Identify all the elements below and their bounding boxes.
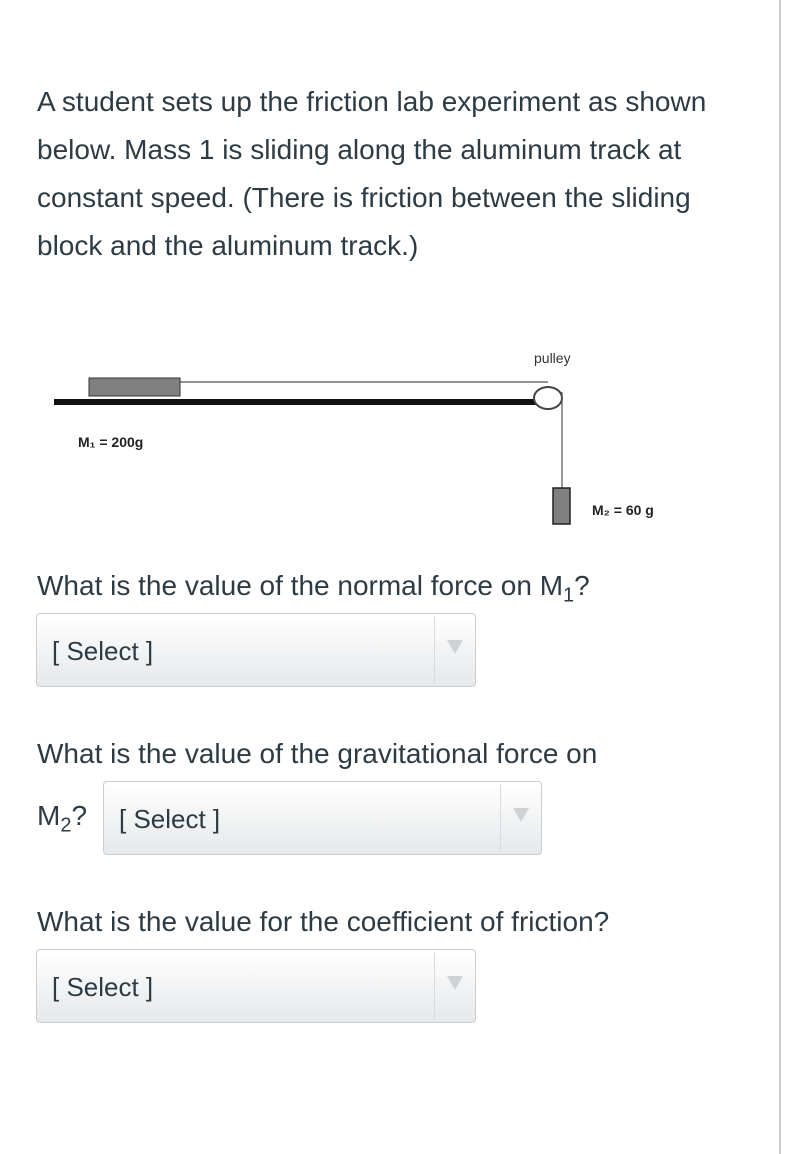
question-normal-force: What is the value of the normal force on…	[37, 570, 590, 608]
block-m2	[552, 487, 571, 525]
q1-subscript: 1	[563, 584, 575, 607]
gravitational-force-select[interactable]: [ Select ]	[103, 781, 542, 855]
coefficient-friction-select[interactable]: [ Select ]	[36, 949, 476, 1023]
select-divider	[434, 952, 435, 1020]
normal-force-select-value: [ Select ]	[52, 636, 154, 666]
aluminum-track	[54, 399, 550, 405]
question-gravitational-force-line2: M2?	[37, 800, 87, 838]
intro-paragraph: A student sets up the friction lab exper…	[37, 86, 707, 261]
coefficient-friction-select-value: [ Select ]	[52, 972, 154, 1002]
q2-text-main: M	[37, 800, 61, 831]
experiment-diagram: pulley M₁ = 200g M₂ = 60 g	[0, 330, 780, 550]
page-right-border	[779, 0, 781, 1154]
dropdown-arrow-icon	[447, 640, 463, 654]
question-gravitational-force: What is the value of the gravitational f…	[37, 738, 598, 769]
diagram-svg: pulley M₁ = 200g M₂ = 60 g	[54, 350, 654, 525]
pulley-label: pulley	[534, 350, 571, 366]
q2-subscript: 2	[60, 814, 72, 837]
gravitational-force-select-value: [ Select ]	[119, 804, 221, 834]
q2-text-after: ?	[71, 800, 88, 831]
m1-label: M₁ = 200g	[78, 434, 143, 450]
block-m1	[88, 377, 181, 397]
pulley-wheel	[533, 386, 563, 410]
normal-force-select[interactable]: [ Select ]	[36, 613, 476, 687]
dropdown-arrow-icon	[447, 976, 463, 990]
q1-text: What is the value of the normal force on…	[37, 570, 564, 601]
dropdown-arrow-icon	[513, 808, 529, 822]
select-divider	[500, 784, 501, 852]
q1-text-after: ?	[574, 570, 590, 601]
m2-label: M₂ = 60 g	[592, 502, 654, 518]
question-coefficient-friction: What is the value for the coefficient of…	[37, 906, 610, 937]
select-divider	[434, 616, 435, 684]
